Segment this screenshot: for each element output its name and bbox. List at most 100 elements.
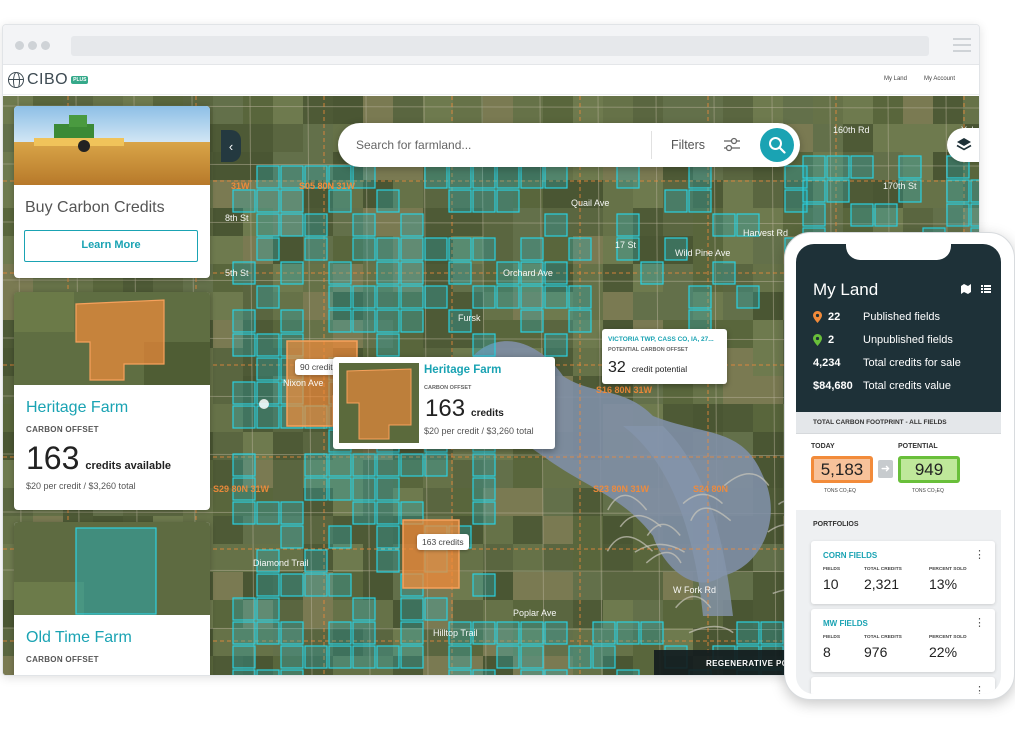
green-pin-icon (813, 334, 822, 346)
stat-value: 2 (828, 334, 835, 346)
footprint-title: TOTAL CARBON FOOTPRINT - ALL FIELDS (813, 419, 947, 426)
parcel-title: VICTORIA TWP, CASS CO, IA, 27... (608, 336, 714, 343)
browser-menu-icon[interactable] (953, 38, 971, 56)
footprint-header: TOTAL CARBON FOOTPRINT - ALL FIELDS (796, 412, 1001, 434)
arrow-right-icon: ➜ (878, 460, 893, 478)
portfolio-card[interactable]: CORN FIELDS ⋮ FIELDS TOTAL CREDITS PERCE… (811, 541, 995, 604)
search-icon (769, 137, 786, 154)
logo-text: CIBO (27, 71, 69, 88)
col-total-credits: TOTAL CREDITS (864, 635, 902, 640)
heritage-farm-popup[interactable]: Heritage Farm CARBON OFFSET 163 credits … (333, 357, 555, 449)
portfolio-name: CORN FIELDS (823, 551, 878, 560)
phone-screen: My Land 22 Published fields 2 Unpublishe… (796, 244, 1001, 694)
portfolio-name: MW FIELDS (823, 619, 868, 628)
credits-label: credits available (85, 460, 171, 472)
window-dot (15, 41, 24, 50)
total-credits-value: 976 (864, 644, 888, 660)
fields-value: 8 (823, 644, 831, 660)
popup-credits-value: 163 (425, 395, 466, 422)
svg-text:31W: 31W (231, 181, 250, 191)
popup-credits-label: credits (471, 408, 504, 419)
col-percent-sold: PERCENT SOLD (929, 567, 967, 572)
filters-button[interactable]: Filters (671, 138, 705, 152)
footprint-panel: TODAY POTENTIAL 5,183 ➜ 949 TONS CO₂EQ T… (796, 434, 1001, 510)
potential-unit: TONS CO₂EQ (912, 488, 944, 494)
farm-subtitle: CARBON OFFSET (26, 655, 99, 664)
stat-value: $84,680 (813, 380, 853, 392)
regen-label: REGENERATIVE PO (706, 659, 789, 668)
nav-my-land[interactable]: My Land (884, 76, 907, 82)
svg-text:Harvest Rd: Harvest Rd (743, 228, 788, 238)
buy-carbon-card: Buy Carbon Credits Learn More (14, 106, 210, 278)
svg-text:Nixon Ave: Nixon Ave (283, 378, 323, 388)
parcel-subtitle: POTENTIAL CARBON OFFSET (608, 347, 688, 353)
farm-name: Heritage Farm (26, 399, 129, 416)
stat-value: 4,234 (813, 357, 841, 369)
svg-text:160th Rd: 160th Rd (833, 125, 870, 135)
more-vertical-icon[interactable]: ⋮ (974, 616, 985, 629)
sliders-icon[interactable] (723, 137, 741, 153)
credits-tag[interactable]: 163 credits (417, 534, 469, 550)
fields-value: 10 (823, 576, 839, 592)
top-nav: My Land My Account (884, 76, 955, 82)
layers-icon (956, 138, 972, 151)
total-credits-value: 2,321 (864, 576, 900, 592)
parcel-credits-row: 32 credit potential (608, 359, 687, 377)
popup-price: $20 per credit / $3,260 total (424, 426, 534, 436)
portfolio-card[interactable]: MW FIELDS ⋮ FIELDS TOTAL CREDITS PERCENT… (811, 609, 995, 672)
popup-title: Heritage Farm (424, 364, 502, 376)
chevron-left-icon: ‹ (228, 138, 234, 154)
stat-credits-value: $84,680 Total credits value (813, 380, 951, 392)
farm-subtitle: CARBON OFFSET (26, 425, 99, 434)
regenerative-legend[interactable]: REGENERATIVE PO 1 (654, 650, 804, 675)
farm-card-old-time[interactable]: Old Time Farm CARBON OFFSET 165 (14, 522, 210, 675)
col-fields: FIELDS (823, 635, 841, 640)
collapse-panel-button[interactable]: ‹ (221, 130, 241, 162)
credits-value: 163 (26, 440, 80, 476)
potential-value: 949 (898, 456, 960, 483)
stat-value: 22 (828, 311, 841, 323)
col-fields: FIELDS (823, 567, 841, 572)
search-button[interactable] (760, 128, 794, 162)
parcel-popup[interactable]: VICTORIA TWP, CASS CO, IA, 27... POTENTI… (602, 329, 727, 384)
app-header: CIBO PLUS My Land My Account (3, 65, 979, 95)
svg-text:S29 80N 31W: S29 80N 31W (213, 484, 270, 494)
svg-text:17 St: 17 St (615, 240, 637, 250)
svg-text:S24 80N: S24 80N (693, 484, 728, 494)
list-icon[interactable] (981, 284, 991, 294)
today-label: TODAY (811, 443, 835, 450)
farm-card-heritage[interactable]: Heritage Farm CARBON OFFSET 163 credits … (14, 292, 210, 510)
divider (651, 131, 652, 159)
svg-text:S16 80N 31W: S16 80N 31W (596, 385, 653, 395)
svg-text:S05 80N 31W: S05 80N 31W (299, 181, 356, 191)
stat-label: Total credits for sale (863, 357, 961, 369)
more-vertical-icon[interactable]: ⋮ (974, 548, 985, 561)
svg-text:5th St: 5th St (225, 268, 249, 278)
learn-more-button[interactable]: Learn More (24, 230, 198, 262)
col-total-credits: TOTAL CREDITS (864, 567, 902, 572)
stat-label: Total credits value (863, 380, 952, 392)
cibo-logo[interactable]: CIBO PLUS (8, 71, 89, 89)
search-input[interactable] (356, 135, 646, 155)
price-text: $20 per credit / $3,260 total (26, 481, 136, 491)
svg-text:S23 80N 31W: S23 80N 31W (593, 484, 650, 494)
nav-my-account[interactable]: My Account (924, 76, 955, 82)
layers-button[interactable] (947, 128, 979, 162)
parcel-credits-value: 32 (608, 359, 626, 376)
stat-unpublished: 2 Unpublished fields (813, 334, 953, 346)
browser-chrome (3, 25, 979, 65)
credits-row: 165 (26, 670, 198, 675)
more-vertical-icon[interactable]: ⋮ (974, 684, 985, 694)
percent-sold-value: 13% (929, 576, 958, 592)
svg-text:Orchard Ave: Orchard Ave (503, 268, 553, 278)
svg-text:Fursk: Fursk (458, 313, 481, 323)
harvest-image (14, 106, 210, 185)
portfolios-label: PORTFOLIOS (813, 521, 859, 528)
stat-label: Published fields (863, 311, 941, 323)
svg-text:W Fork Rd: W Fork Rd (673, 585, 716, 595)
view-toggles (961, 284, 991, 294)
my-land-title: My Land (813, 280, 879, 299)
map-icon[interactable] (961, 284, 971, 294)
portfolio-card[interactable]: ⋮ (811, 677, 995, 694)
url-bar[interactable] (71, 36, 929, 56)
